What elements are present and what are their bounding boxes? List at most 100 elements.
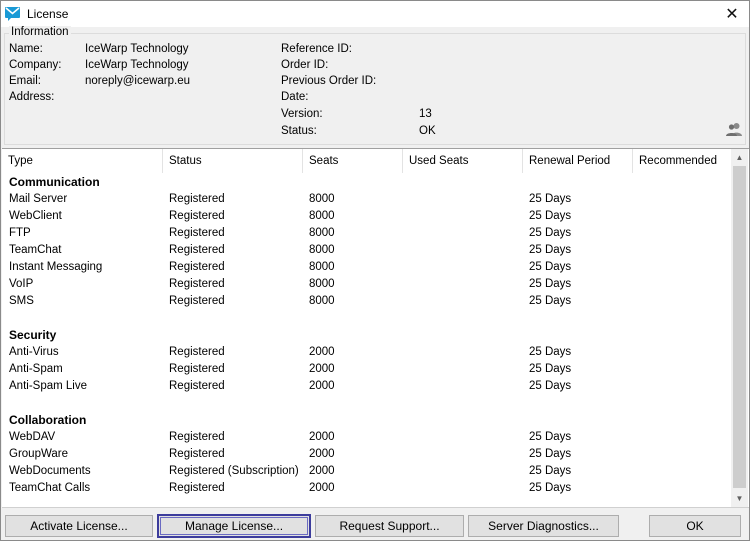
cell-renewal-period: 25 Days: [529, 210, 572, 222]
server-diagnostics-button[interactable]: Server Diagnostics...: [468, 515, 619, 537]
name-label: Name:: [9, 43, 43, 55]
table-row[interactable]: Anti-Spam Live Registered 2000 25 Days: [2, 379, 731, 396]
order-id-label: Order ID:: [281, 59, 329, 71]
cell-status: Registered: [169, 363, 225, 375]
cell-renewal-period: 25 Days: [529, 261, 572, 273]
table-row[interactable]: WebDocuments Registered (Subscription) 200…: [2, 464, 731, 481]
cell-renewal-period: 25 Days: [529, 227, 572, 239]
cell-status: Registered: [169, 431, 225, 443]
cell-renewal-period: 25 Days: [529, 244, 572, 256]
table-row[interactable]: TeamChat Calls Registered 2000 25 Days: [2, 481, 731, 498]
table-row[interactable]: GroupWare Registered 2000 25 Days: [2, 447, 731, 464]
license-dialog: License ✕ Information Name: IceWarp Tech…: [0, 0, 750, 541]
company-value: IceWarp Technology: [85, 59, 189, 71]
table-row[interactable]: Instant Messaging Registered 8000 25 Days: [2, 260, 731, 277]
cell-status: Registered: [169, 193, 225, 205]
cell-renewal-period: 25 Days: [529, 448, 572, 460]
reference-id-label: Reference ID:: [281, 43, 352, 55]
table-row[interactable]: TeamChat Registered 8000 25 Days: [2, 243, 731, 260]
cell-type: TeamChat Calls: [9, 482, 91, 494]
users-icon[interactable]: [726, 122, 742, 136]
table-row[interactable]: VoIP Registered 8000 25 Days: [2, 277, 731, 294]
scroll-thumb[interactable]: [733, 166, 746, 488]
date-label: Date:: [281, 91, 309, 103]
cell-seats: 2000: [309, 363, 335, 375]
company-label: Company:: [9, 59, 62, 71]
column-header-status[interactable]: Status: [163, 149, 303, 173]
cell-type: Anti-Spam: [9, 363, 63, 375]
title-bar[interactable]: License ✕: [1, 1, 749, 27]
table-row[interactable]: SMS Registered 8000 25 Days: [2, 294, 731, 311]
cell-type: GroupWare: [9, 448, 69, 460]
window-title: License: [27, 7, 69, 21]
close-button[interactable]: ✕: [715, 1, 749, 27]
scroll-up-arrow-icon[interactable]: ▲: [731, 149, 748, 166]
cell-type: WebDAV: [9, 431, 56, 443]
email-label: Email:: [9, 75, 41, 87]
cell-status: Registered (Subscription): [169, 465, 299, 477]
cell-seats: 8000: [309, 295, 335, 307]
cell-seats: 2000: [309, 380, 335, 392]
email-value: noreply@icewarp.eu: [85, 75, 191, 87]
group-heading: Communication: [9, 175, 100, 189]
cell-type: SMS: [9, 295, 34, 307]
cell-type: WebClient: [9, 210, 62, 222]
cell-type: FTP: [9, 227, 31, 239]
cell-seats: 2000: [309, 465, 335, 477]
vertical-scrollbar[interactable]: ▲ ▼: [731, 149, 748, 507]
cell-renewal-period: 25 Days: [529, 482, 572, 494]
column-header-renewal-period[interactable]: Renewal Period: [523, 149, 633, 173]
cell-seats: 8000: [309, 210, 335, 222]
license-list[interactable]: Type Status Seats Used Seats Renewal Per…: [2, 148, 749, 508]
cell-seats: 2000: [309, 448, 335, 460]
table-row[interactable]: Anti-Spam Registered 2000 25 Days: [2, 362, 731, 379]
cell-renewal-period: 25 Days: [529, 346, 572, 358]
table-row[interactable]: FTP Registered 8000 25 Days: [2, 226, 731, 243]
close-icon: ✕: [725, 6, 739, 23]
column-header-recommended[interactable]: Recommended: [633, 149, 731, 173]
cell-status: Registered: [169, 448, 225, 460]
cell-type: WebDocuments: [9, 465, 91, 477]
cell-renewal-period: 25 Days: [529, 465, 572, 477]
cell-status: Registered: [169, 278, 225, 290]
cell-renewal-period: 25 Days: [529, 278, 572, 290]
group-heading: Security: [9, 328, 57, 342]
cell-renewal-period: 25 Days: [529, 380, 572, 392]
ok-button[interactable]: OK: [649, 515, 741, 537]
list-header: Type Status Seats Used Seats Renewal Per…: [2, 149, 731, 173]
status-value: OK: [419, 125, 436, 137]
table-row[interactable]: Anti-Virus Registered 2000 25 Days: [2, 345, 731, 362]
column-header-seats[interactable]: Seats: [303, 149, 403, 173]
icewarp-logo-icon: [5, 7, 20, 21]
table-row[interactable]: Mail Server Registered 8000 25 Days: [2, 192, 731, 209]
activate-license-button[interactable]: Activate License...: [5, 515, 153, 537]
table-row[interactable]: WebClient Registered 8000 25 Days: [2, 209, 731, 226]
cell-type: Instant Messaging: [9, 261, 103, 273]
cell-status: Registered: [169, 380, 225, 392]
table-row[interactable]: WebDAV Registered 2000 25 Days: [2, 430, 731, 447]
column-header-used-seats[interactable]: Used Seats: [403, 149, 523, 173]
status-label: Status:: [281, 125, 317, 137]
name-value: IceWarp Technology: [85, 43, 189, 55]
cell-seats: 8000: [309, 227, 335, 239]
cell-renewal-period: 25 Days: [529, 431, 572, 443]
cell-seats: 8000: [309, 244, 335, 256]
address-label: Address:: [9, 91, 55, 103]
cell-type: Anti-Virus: [9, 346, 59, 358]
cell-status: Registered: [169, 244, 225, 256]
cell-seats: 2000: [309, 482, 335, 494]
request-support-button[interactable]: Request Support...: [315, 515, 464, 537]
cell-type: VoIP: [9, 278, 34, 290]
cell-renewal-period: 25 Days: [529, 295, 572, 307]
cell-status: Registered: [169, 227, 225, 239]
manage-license-button[interactable]: Manage License...: [157, 514, 311, 538]
cell-seats: 8000: [309, 261, 335, 273]
cell-status: Registered: [169, 295, 225, 307]
cell-type: Mail Server: [9, 193, 68, 205]
cell-status: Registered: [169, 261, 225, 273]
cell-renewal-period: 25 Days: [529, 363, 572, 375]
previous-order-id-label: Previous Order ID:: [281, 75, 377, 87]
scroll-down-arrow-icon[interactable]: ▼: [731, 490, 748, 507]
cell-status: Registered: [169, 482, 225, 494]
column-header-type[interactable]: Type: [2, 149, 163, 173]
